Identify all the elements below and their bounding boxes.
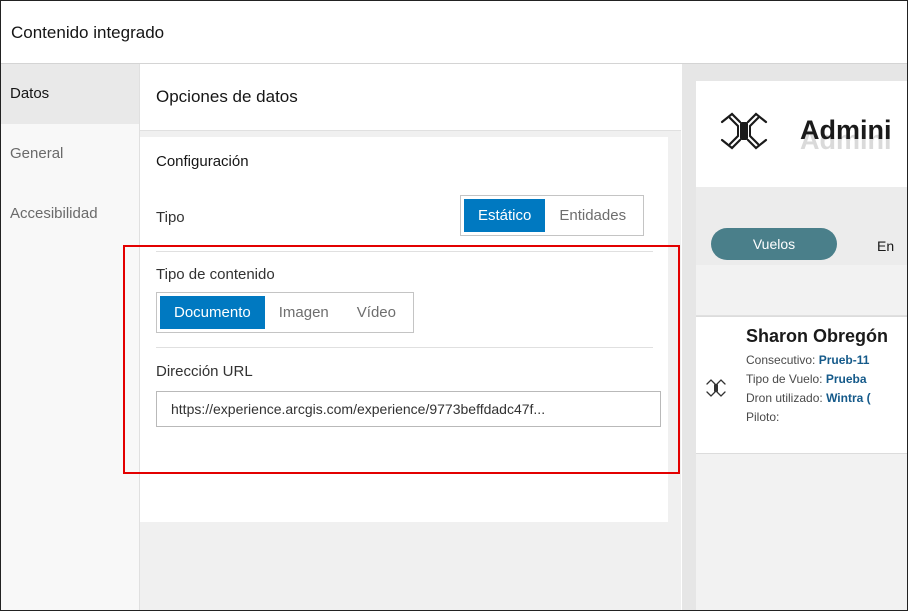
piloto-line: Piloto: [746,410,779,424]
tipo-vuelo-line: Tipo de Vuelo: Prueba [746,372,867,386]
tipo-label: Tipo [156,209,185,226]
tipo-contenido-option-documento[interactable]: Documento [160,296,265,329]
tipo-contenido-option-imagen[interactable]: Imagen [265,296,343,329]
window-title: Contenido integrado [11,23,165,42]
panel-title: Opciones de datos [156,87,298,106]
preview-title: Admini [800,115,892,145]
tab-vuelos[interactable]: Vuelos [711,228,837,260]
tipo-contenido-option-video[interactable]: Vídeo [343,296,410,329]
settings-panel: Opciones de datos Configuración Tipo Est… [140,64,681,610]
sidebar-item-datos[interactable]: Datos [1,64,139,124]
consecutivo-line: Consecutivo: Prueb-11 [746,353,869,367]
tab-en[interactable]: En [877,238,894,254]
tipo-contenido-segmented-control: Documento Imagen Vídeo [156,292,414,333]
dron-line: Dron utilizado: Wintra ( [746,391,871,405]
pilot-name: Sharon Obregón [746,326,889,346]
section-title: Configuración [156,153,249,170]
tipo-segmented-control: Estático Entidades [460,195,645,236]
piloto-label: Piloto: [746,410,780,424]
embedded-content-preview: Admini Admini Vuelos En Sharon Obregón C… [696,81,907,610]
tipo-vuelo-value: Prueba [825,372,867,386]
title-bar: Contenido integrado [1,1,907,64]
sidebar: Datos General Accesibilidad [1,64,140,610]
drone-icon [706,379,726,397]
preview-spacer [696,265,907,316]
preview-area: Admini Admini Vuelos En Sharon Obregón C… [682,64,907,610]
dron-label: Dron utilizado: [746,391,823,405]
tipo-option-estatico[interactable]: Estático [464,199,546,232]
app-window: Contenido integrado Datos General Accesi… [0,0,908,611]
panel-header: Opciones de datos [140,64,681,131]
configuration-card: Configuración Tipo Estático Entidades Ti… [140,137,668,522]
preview-header: Admini Admini [696,81,907,187]
flight-record-card[interactable]: Sharon Obregón Consecutivo: Prueb-11 Tip… [696,316,907,454]
consecutivo-value: Prueb-11 [818,353,870,367]
sidebar-item-general[interactable]: General [1,124,139,184]
sidebar-item-accesibilidad[interactable]: Accesibilidad [1,184,139,244]
dron-value: Wintra ( [826,391,871,405]
divider [156,347,653,348]
divider [156,251,653,252]
url-input[interactable]: https://experience.arcgis.com/experience… [156,391,661,427]
preview-tab-bar: Vuelos En [696,187,907,265]
tipo-option-entidades[interactable]: Entidades [545,199,640,232]
tipo-contenido-label: Tipo de contenido [156,266,275,283]
url-label: Dirección URL [156,363,253,380]
tipo-vuelo-label: Tipo de Vuelo: [746,372,823,386]
consecutivo-label: Consecutivo: [746,353,816,367]
drone-logo-icon [720,112,768,150]
